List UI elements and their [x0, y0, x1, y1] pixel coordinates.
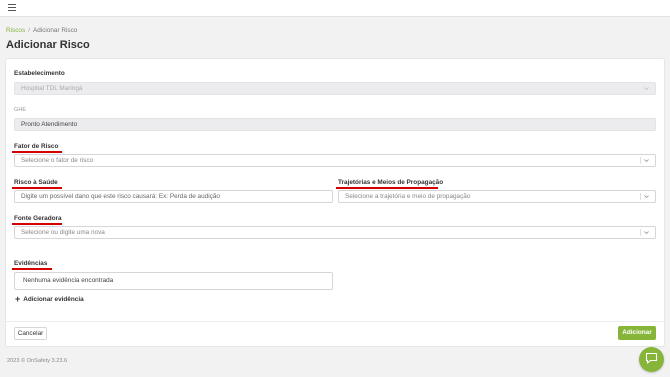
trajetorias-underline — [336, 187, 438, 189]
fonte-select[interactable]: Selecione ou digite uma nova — [14, 226, 656, 239]
add-evidencia-label: Adicionar evidência — [23, 295, 84, 303]
chevron-down-icon — [644, 158, 649, 163]
breadcrumb-separator: / — [28, 27, 30, 34]
breadcrumb-link-riscos[interactable]: Riscos — [6, 27, 25, 34]
form-card: Estabelecimento Hospital TDL Maringá GHE… — [6, 59, 664, 346]
trajetorias-select[interactable]: Selecione a trajetória e meio de propaga… — [338, 190, 656, 203]
chevron-down-icon — [644, 86, 649, 91]
add-evidencia-button[interactable]: + Adicionar evidência — [15, 294, 84, 304]
fator-select[interactable]: Selecione o fator de risco — [14, 154, 656, 167]
breadcrumb: Riscos / Adicionar Risco — [6, 27, 77, 34]
page-title: Adicionar Risco — [6, 39, 90, 51]
chat-button[interactable] — [639, 347, 664, 372]
ghe-field: Pronto Atendimento — [14, 118, 656, 131]
fonte-placeholder: Selecione ou digite uma nova — [21, 229, 105, 236]
estabelecimento-value: Hospital TDL Maringá — [21, 85, 83, 92]
trajetorias-placeholder: Selecione a trajetória e meio de propaga… — [345, 193, 471, 200]
trajetorias-label: Trajetórias e Meios de Propagação — [338, 179, 444, 186]
submit-button[interactable]: Adicionar — [618, 326, 656, 340]
breadcrumb-current: Adicionar Risco — [32, 27, 78, 34]
plus-icon: + — [15, 294, 21, 304]
saude-input[interactable]: Digite um possível dano que este risco c… — [14, 190, 333, 203]
fator-label: Fator de Risco — [14, 143, 59, 150]
top-bar — [0, 0, 670, 17]
chevron-down-icon — [644, 230, 649, 235]
cancel-button[interactable]: Cancelar — [14, 327, 47, 340]
fonte-label: Fonte Geradora — [14, 215, 62, 222]
select-divider — [640, 229, 641, 236]
ghe-label: GHE — [14, 107, 27, 113]
estabelecimento-select: Hospital TDL Maringá — [14, 82, 656, 95]
chevron-down-icon — [644, 194, 649, 199]
card-footer-divider — [6, 321, 664, 322]
select-divider — [640, 193, 641, 200]
saude-placeholder: Digite um possível dano que este risco c… — [21, 193, 220, 200]
select-divider — [640, 157, 641, 164]
hamburger-icon[interactable] — [8, 4, 16, 11]
evidencias-label: Evidências — [14, 260, 48, 267]
fator-placeholder: Selecione o fator de risco — [21, 157, 94, 164]
saude-underline — [12, 187, 62, 189]
fator-underline — [12, 151, 62, 153]
chat-icon — [645, 351, 658, 369]
estabelecimento-label: Estabelecimento — [14, 70, 65, 77]
footer-copyright: 2023 © OnSafety 3.23.6 — [7, 358, 68, 364]
ghe-value: Pronto Atendimento — [21, 121, 78, 128]
saude-label: Risco à Saúde — [14, 179, 58, 186]
evidencias-empty-box: Nenhuma evidência encontrada — [14, 272, 333, 290]
evidencias-empty-text: Nenhuma evidência encontrada — [23, 277, 114, 284]
fonte-underline — [12, 223, 62, 225]
evidencias-underline — [12, 268, 52, 270]
